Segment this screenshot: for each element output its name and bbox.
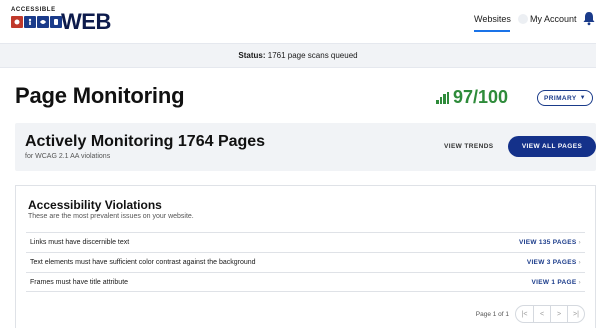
logo-tile-1-icon (11, 16, 23, 28)
primary-label: PRIMARY (544, 94, 577, 102)
view-pages-link[interactable]: VIEW 135 PAGES › (519, 239, 581, 246)
user-dot-icon (518, 14, 528, 24)
status-value: 1761 page scans queued (267, 51, 358, 60)
violation-name: Links must have discernible text (30, 239, 130, 246)
nav-websites[interactable]: Websites (474, 14, 511, 24)
logo-tiles (11, 16, 62, 28)
last-page-button[interactable]: >| (567, 306, 584, 322)
status-label: Status: (238, 51, 266, 60)
logo-small-text: ACCESSIBLE (11, 7, 56, 13)
list-item: Frames must have title attribute VIEW 1 … (26, 272, 585, 292)
violation-name: Frames must have title attribute (30, 279, 129, 286)
next-page-button[interactable]: > (550, 306, 567, 322)
nav-my-account[interactable]: My Account (530, 14, 577, 24)
logo-web-text: WEB (61, 9, 111, 34)
monitoring-subtitle: for WCAG 2.1 AA violations (25, 153, 111, 160)
chevron-right-icon: › (578, 279, 581, 286)
primary-dropdown-button[interactable]: PRIMARY ▼ (537, 90, 593, 106)
monitoring-card: Actively Monitoring 1764 Pages for WCAG … (15, 123, 596, 171)
accessible-web-logo[interactable]: ACCESSIBLE WEB (11, 7, 121, 35)
view-all-pages-button[interactable]: VIEW ALL PAGES (508, 136, 596, 157)
caret-down-icon: ▼ (579, 95, 586, 101)
monitoring-title: Actively Monitoring 1764 Pages (25, 133, 266, 150)
score-value: 97/100 (453, 87, 509, 107)
violations-list: Links must have discernible text VIEW 13… (26, 232, 585, 292)
violations-card: Accessibility Violations These are the m… (15, 185, 596, 328)
page-title: Page Monitoring (15, 83, 185, 108)
signal-bars-icon (436, 91, 449, 104)
top-bar: ACCESSIBLE WEB Websites My Account (0, 0, 596, 40)
violations-subtitle: These are the most prevalent issues on y… (28, 213, 194, 220)
page-indicator: Page 1 of 1 (475, 310, 509, 318)
status-bar: Status: 1761 page scans queued (0, 43, 596, 68)
score-display: 97/100 (436, 87, 508, 108)
view-trends-link[interactable]: VIEW TRENDS (444, 143, 494, 150)
pager-buttons: |< < > >| (515, 305, 585, 323)
pagination: Page 1 of 1 |< < > >| (476, 305, 585, 323)
view-pages-link[interactable]: VIEW 1 PAGE › (531, 279, 581, 286)
logo-tile-2-icon (24, 16, 36, 28)
list-item: Links must have discernible text VIEW 13… (26, 232, 585, 252)
logo-tile-3-icon (37, 16, 49, 28)
list-item: Text elements must have sufficient color… (26, 252, 585, 272)
violation-name: Text elements must have sufficient color… (30, 259, 256, 266)
chevron-right-icon: › (578, 239, 581, 246)
violations-title: Accessibility Violations (28, 198, 162, 212)
nav-active-indicator (474, 30, 510, 32)
bell-icon[interactable] (582, 10, 596, 26)
status-text: Status: 1761 page scans queued (238, 51, 357, 60)
chevron-right-icon: › (578, 259, 581, 266)
first-page-button[interactable]: |< (516, 306, 533, 322)
prev-page-button[interactable]: < (533, 306, 550, 322)
view-pages-link[interactable]: VIEW 3 PAGES › (527, 259, 581, 266)
